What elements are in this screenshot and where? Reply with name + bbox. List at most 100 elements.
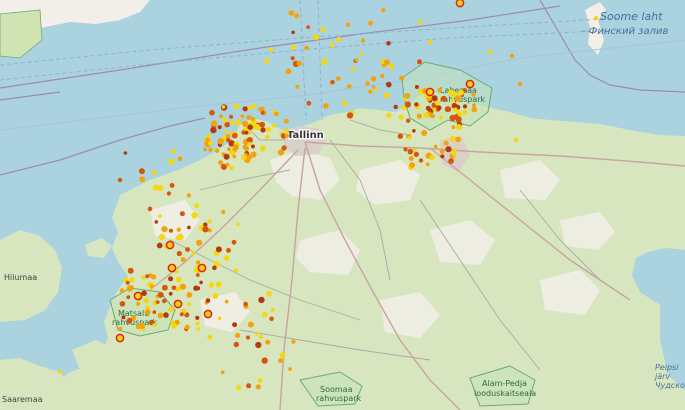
map-canvas[interactable]: Soome laht - Финский залив Tallinn Hiium…	[0, 0, 685, 410]
lightning-strike-marker[interactable]	[471, 92, 476, 97]
lightning-strike-marker[interactable]	[330, 80, 335, 85]
lightning-strike-marker[interactable]	[265, 339, 271, 345]
lightning-strike-marker[interactable]	[210, 120, 218, 127]
lightning-strike-marker[interactable]	[209, 109, 215, 116]
lightning-strike-marker[interactable]	[457, 89, 464, 96]
lightning-strike-marker[interactable]	[304, 45, 309, 51]
lightning-strike-marker[interactable]	[593, 15, 599, 21]
lightning-strike-marker[interactable]	[413, 151, 419, 157]
lightning-strike-marker[interactable]	[231, 239, 237, 245]
lightning-strike-marker[interactable]	[268, 47, 274, 53]
lightning-strike-marker[interactable]	[151, 170, 157, 176]
lightning-strike-marker[interactable]	[350, 66, 355, 72]
lightning-strike-marker[interactable]	[155, 300, 160, 304]
lightning-strike-marker[interactable]	[452, 148, 457, 153]
lightning-strike-marker[interactable]	[341, 100, 348, 107]
lightning-strike-marker[interactable]	[437, 87, 443, 93]
lightning-strike-marker[interactable]	[152, 310, 157, 314]
lightning-strike-marker[interactable]	[119, 288, 125, 293]
lightning-strike-marker[interactable]	[425, 162, 430, 167]
lightning-strike-marker[interactable]	[430, 113, 436, 119]
lightning-strike-marker[interactable]	[118, 326, 123, 331]
lightning-strike-marker[interactable]	[448, 158, 454, 165]
lightning-strike-marker[interactable]	[370, 76, 377, 82]
lightning-strike-marker[interactable]	[195, 273, 200, 277]
lightning-strike-marker[interactable]	[223, 153, 230, 160]
lightning-strike-marker[interactable]	[406, 118, 411, 123]
lightning-strike-marker[interactable]	[386, 41, 391, 46]
lightning-strike-marker[interactable]	[179, 312, 184, 317]
lightning-strike-marker[interactable]	[206, 133, 212, 139]
lightning-strike-marker[interactable]	[208, 282, 215, 288]
lightning-strike-marker[interactable]	[257, 378, 263, 383]
lightning-strike-marker[interactable]	[433, 144, 438, 149]
lightning-strike-marker[interactable]	[179, 211, 185, 217]
lightning-strike-marker[interactable]	[220, 370, 225, 375]
lightning-strike-marker[interactable]	[178, 233, 183, 239]
lightning-strike-marker[interactable]	[285, 68, 292, 75]
lightning-strike-marker[interactable]	[121, 315, 126, 320]
lightning-strike-marker[interactable]	[439, 148, 445, 154]
lightning-strike-marker[interactable]	[517, 81, 523, 87]
lightning-strike-marker[interactable]	[141, 275, 146, 280]
lightning-strike-marker[interactable]	[295, 84, 300, 89]
lightning-strike-marker[interactable]	[166, 191, 171, 196]
lightning-strike-marker[interactable]	[169, 183, 175, 188]
lightning-strike-marker[interactable]	[168, 306, 174, 313]
lightning-strike-marker[interactable]	[452, 91, 458, 97]
lightning-strike-marker[interactable]	[241, 154, 247, 161]
lightning-strike-marker[interactable]	[196, 327, 201, 331]
lightning-strike-marker[interactable]	[386, 81, 392, 88]
lightning-strike-marker[interactable]	[129, 277, 135, 283]
lightning-strike-marker[interactable]	[246, 115, 252, 120]
lightning-strike-marker[interactable]	[210, 126, 217, 134]
lightning-strike-marker[interactable]	[440, 95, 447, 102]
lightning-strike-marker[interactable]	[217, 138, 224, 145]
lightning-strike-marker[interactable]	[191, 212, 198, 219]
lightning-strike-marker[interactable]	[232, 144, 239, 151]
lightning-strike-marker[interactable]	[222, 117, 228, 123]
lightning-strike-marker[interactable]	[156, 242, 163, 249]
lightning-strike-marker[interactable]	[408, 156, 414, 161]
lightning-strike-marker-recent[interactable]	[133, 291, 143, 301]
lightning-strike-marker[interactable]	[221, 105, 226, 109]
lightning-strike-marker[interactable]	[184, 324, 190, 330]
lightning-strike-marker[interactable]	[171, 285, 177, 291]
lightning-strike-marker[interactable]	[250, 116, 255, 122]
lightning-strike-marker[interactable]	[393, 104, 398, 110]
lightning-strike-marker[interactable]	[444, 106, 451, 113]
lightning-strike-marker[interactable]	[398, 114, 404, 120]
lightning-strike-marker[interactable]	[195, 321, 200, 326]
lightning-strike-marker[interactable]	[388, 63, 395, 70]
lightning-strike-marker[interactable]	[208, 140, 214, 146]
lightning-strike-marker[interactable]	[346, 112, 354, 119]
lightning-strike-marker[interactable]	[404, 101, 411, 108]
lightning-strike-marker[interactable]	[306, 100, 312, 106]
lightning-strike-marker[interactable]	[203, 147, 207, 152]
lightning-strike-marker[interactable]	[371, 85, 376, 89]
map-view[interactable]: Soome laht - Финский залив Tallinn Hiium…	[0, 0, 685, 410]
lightning-strike-marker[interactable]	[445, 146, 452, 153]
lightning-strike-marker[interactable]	[215, 148, 220, 153]
lightning-strike-marker-recent[interactable]	[173, 299, 183, 309]
lightning-strike-marker[interactable]	[450, 98, 455, 103]
lightning-strike-marker[interactable]	[150, 284, 154, 289]
lightning-strike-marker[interactable]	[246, 383, 252, 389]
lightning-strike-marker[interactable]	[270, 307, 275, 312]
lightning-strike-marker[interactable]	[291, 30, 295, 35]
lightning-strike-marker[interactable]	[260, 110, 265, 115]
lightning-strike-marker[interactable]	[138, 168, 145, 175]
lightning-strike-marker[interactable]	[407, 136, 412, 140]
lightning-strike-marker[interactable]	[259, 121, 266, 128]
lightning-strike-marker[interactable]	[154, 220, 159, 224]
lightning-strike-marker[interactable]	[233, 103, 240, 110]
lightning-strike-marker[interactable]	[236, 385, 242, 391]
lightning-strike-marker[interactable]	[215, 246, 222, 253]
lightning-strike-marker[interactable]	[462, 109, 468, 115]
lightning-strike-marker[interactable]	[145, 274, 150, 279]
lightning-strike-marker[interactable]	[247, 321, 254, 328]
lightning-strike-marker[interactable]	[242, 120, 249, 127]
lightning-strike-marker[interactable]	[196, 286, 201, 291]
lightning-strike-marker[interactable]	[290, 56, 295, 61]
lightning-strike-marker-recent[interactable]	[455, 0, 465, 8]
